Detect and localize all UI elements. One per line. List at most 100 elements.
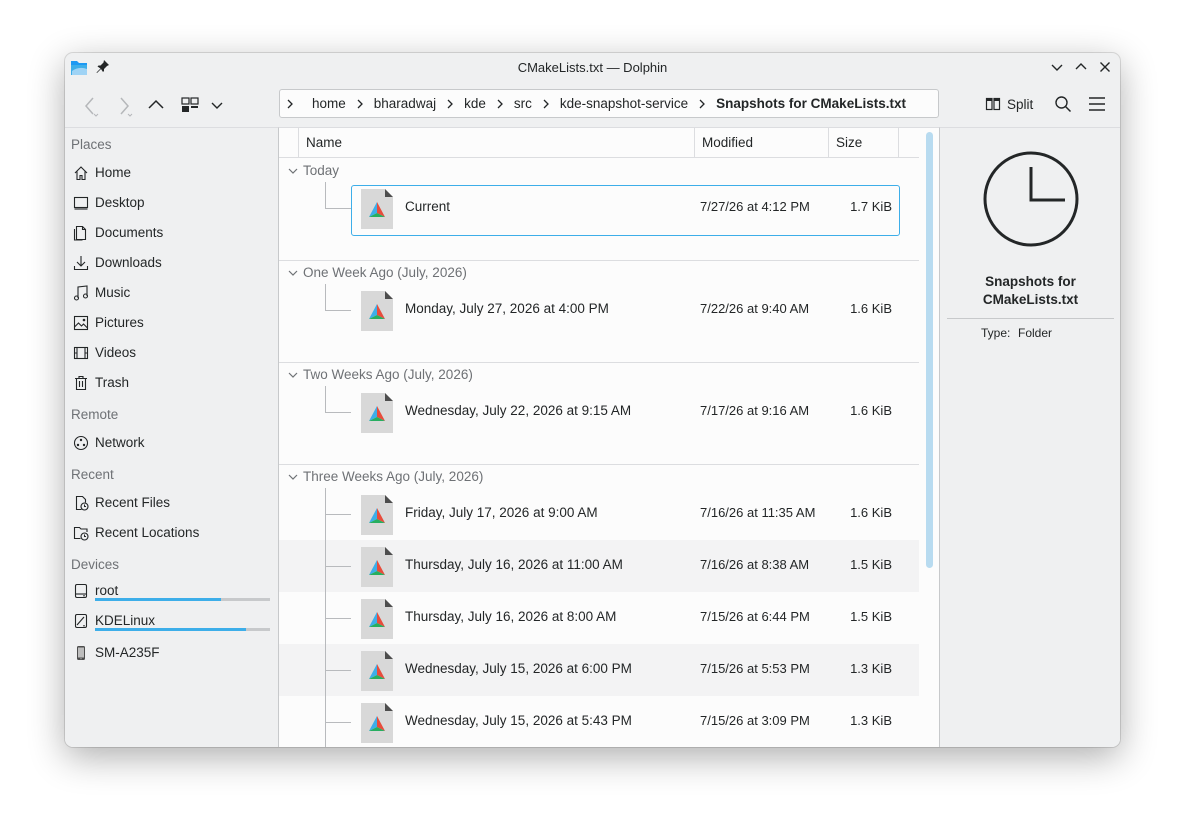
places-item-documents[interactable]: Documents [65,219,278,247]
breadcrumb-item-src[interactable]: src [510,96,536,111]
breadcrumb-item-kde-snapshot-service[interactable]: kde-snapshot-service [556,96,692,111]
file-modified: 7/22/26 at 9:40 AM [700,301,810,316]
tree-line [325,284,326,311]
breadcrumb-separator-icon[interactable] [692,98,712,110]
places-item-trash[interactable]: Trash [65,369,278,397]
search-icon[interactable] [1054,95,1072,113]
places-item-downloads[interactable]: Downloads [65,249,278,277]
toolbar: home bharadwaj kde src kde-snapshot-serv… [65,83,1120,127]
places-item-label: Music [95,285,131,300]
split-button-label: Split [1007,96,1034,112]
file-row[interactable]: Thursday, July 16, 2026 at 8:00 AM 7/15/… [279,592,919,644]
close-button[interactable] [1097,59,1113,75]
file-row-current[interactable]: Current 7/27/26 at 4:12 PM 1.7 KiB [279,182,919,236]
file-row[interactable]: Monday, July 27, 2026 at 4:00 PM 7/22/26… [279,284,919,336]
places-section-header: Devices [71,557,120,572]
places-section-header: Recent [71,467,114,482]
places-item-label: SM-A235F [95,645,160,660]
tree-line [325,310,351,311]
tree-line [325,618,351,619]
column-header-modified[interactable]: Modified [694,128,828,158]
breadcrumb-item-bharadwaj[interactable]: bharadwaj [370,96,440,111]
collapse-chevron-icon[interactable] [287,471,299,483]
breadcrumb-item-kde[interactable]: kde [460,96,490,111]
breadcrumb-root-chevron-icon[interactable] [280,98,300,110]
breadcrumb-item-home[interactable]: home [308,96,350,111]
places-item-label: Downloads [95,255,162,270]
breadcrumb-separator-icon[interactable] [490,98,510,110]
file-modified: 7/15/26 at 3:09 PM [700,713,810,728]
file-row[interactable]: Friday, July 17, 2026 at 9:00 AM 7/16/26… [279,488,919,540]
places-item-sm-a235f[interactable]: SM-A235F [65,639,278,667]
cmake-file-icon [361,547,393,587]
split-view-icon [985,97,1001,111]
view-mode-dropdown-chevron-icon[interactable] [210,98,224,112]
root-usage-fill [95,598,221,601]
places-item-label: root [95,583,119,598]
split-button[interactable]: Split [985,91,1033,117]
places-item-pictures[interactable]: Pictures [65,309,278,337]
places-item-home[interactable]: Home [65,159,278,187]
recent-locations-icon [73,526,89,541]
places-panel: Places Home Desktop Documents Downloads … [65,127,278,747]
places-item-videos[interactable]: Videos [65,339,278,367]
file-size: 1.6 KiB [850,403,892,418]
file-size: 1.3 KiB [850,661,892,676]
breadcrumb-item-current[interactable]: Snapshots for CMakeLists.txt [712,96,910,111]
file-name: Friday, July 17, 2026 at 9:00 AM [405,505,598,520]
tree-line [325,386,326,413]
titlebar: CMakeLists.txt — Dolphin [65,53,1120,83]
file-modified: 7/15/26 at 6:44 PM [700,609,810,624]
places-item-network[interactable]: Network [65,429,278,457]
group-header-today[interactable]: Today [279,160,919,182]
information-panel: Snapshots for CMakeLists.txt Type: Folde… [939,127,1120,747]
file-row[interactable]: Wednesday, July 22, 2026 at 9:15 AM 7/17… [279,386,919,438]
column-header-size[interactable]: Size [828,128,898,158]
forward-button[interactable] [115,95,135,117]
view-mode-icon[interactable] [180,95,200,115]
documents-icon [73,225,87,241]
file-size: 1.5 KiB [850,609,892,624]
breadcrumb-separator-icon[interactable] [440,98,460,110]
column-header-name[interactable]: Name [298,128,694,158]
group-header-one-week-ago[interactable]: One Week Ago (July, 2026) [279,262,919,284]
places-item-music[interactable]: Music [65,279,278,307]
breadcrumb-separator-icon[interactable] [536,98,556,110]
maximize-button[interactable] [1073,59,1089,75]
group-header-two-weeks-ago[interactable]: Two Weeks Ago (July, 2026) [279,364,919,386]
file-modified: 7/27/26 at 4:12 PM [700,199,810,214]
file-row[interactable]: Thursday, July 16, 2026 at 11:00 AM 7/16… [279,540,919,592]
cmake-file-icon [361,291,393,331]
drive-icon [74,583,88,599]
file-size: 1.7 KiB [850,199,892,214]
hamburger-menu-icon[interactable] [1088,96,1106,112]
collapse-chevron-icon[interactable] [287,267,299,279]
minimize-button[interactable] [1049,59,1065,75]
collapse-chevron-icon[interactable] [287,165,299,177]
breadcrumb[interactable]: home bharadwaj kde src kde-snapshot-serv… [279,89,939,118]
group-header-three-weeks-ago[interactable]: Three Weeks Ago (July, 2026) [279,466,919,488]
recent-files-icon [75,495,89,511]
places-section-header: Remote [71,407,119,422]
file-name: Wednesday, July 15, 2026 at 6:00 PM [405,661,632,676]
back-button[interactable] [81,95,101,117]
file-row[interactable]: Wednesday, July 15, 2026 at 5:43 PM 7/15… [279,696,919,747]
places-item-recent-files[interactable]: Recent Files [65,489,278,517]
tree-line [325,670,351,671]
collapse-chevron-icon[interactable] [287,369,299,381]
file-row[interactable]: Wednesday, July 15, 2026 at 6:00 PM 7/15… [279,644,919,696]
places-item-label: KDELinux [95,613,156,628]
tree-line [325,182,326,209]
drive-icon [74,613,88,629]
places-item-recent-locations[interactable]: Recent Locations [65,519,278,547]
network-icon [73,435,89,451]
tree-line [325,412,351,413]
places-item-desktop[interactable]: Desktop [65,189,278,217]
cmake-file-icon [361,599,393,639]
file-view[interactable]: Name Modified Size Today Current 7/27/26… [278,127,939,747]
places-item-label: Network [95,435,145,450]
file-modified: 7/17/26 at 9:16 AM [700,403,810,418]
vertical-scrollbar[interactable] [926,132,933,568]
up-button[interactable] [147,96,165,114]
breadcrumb-separator-icon[interactable] [350,98,370,110]
